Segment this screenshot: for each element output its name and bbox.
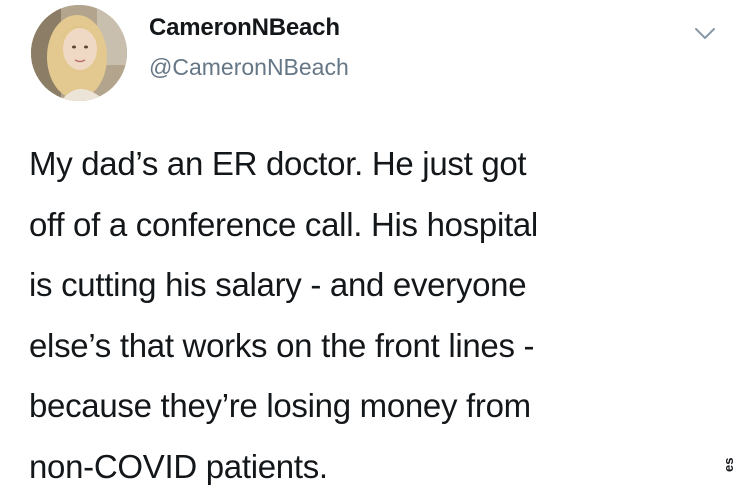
avatar[interactable] [31,5,127,101]
display-name[interactable]: CameronNBeach [149,14,340,42]
tweet-text-line: else’s that works on the front lines - [29,326,535,364]
tweet-text: My dad’s an ER doctor. He just got off o… [29,134,719,497]
profile-photo-icon [31,5,127,101]
tweet-text-line: non-COVID patients. [29,447,328,485]
edge-watermark-text: es [721,457,735,472]
tweet-text-line: is cutting his salary - and everyone [29,266,527,303]
tweet-text-line: My dad’s an ER doctor. He just got [29,145,527,182]
tweet-card: CameronNBeach @CameronNBeach My dad’s an… [0,0,735,500]
user-handle[interactable]: @CameronNBeach [149,54,349,81]
tweet-text-line: because they’re losing money from [29,387,531,424]
tweet-text-line: off of a conference call. His hospital [29,205,538,243]
chevron-down-icon[interactable] [694,26,716,42]
